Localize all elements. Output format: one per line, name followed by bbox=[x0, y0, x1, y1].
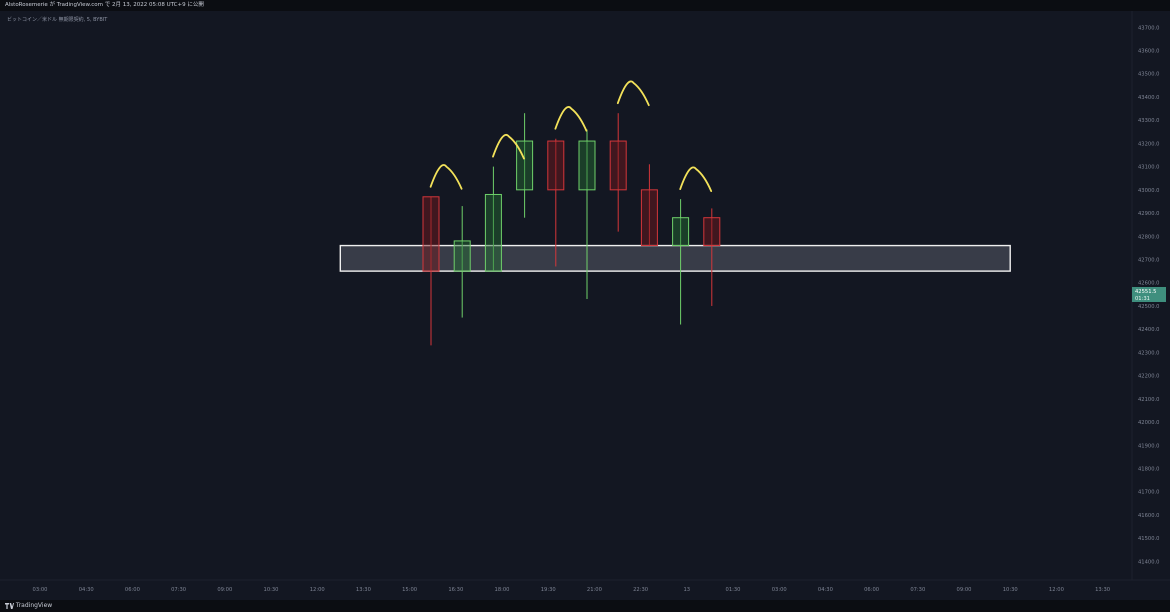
candle-countdown-label: 01:31 bbox=[1135, 296, 1150, 302]
time-tick-label: 03:00 bbox=[33, 587, 48, 593]
chart-panel[interactable]: ビットコイン／米ドル 無期限契約, 5, BYBIT 41400.0 41500.… bbox=[0, 11, 1170, 602]
price-tick-label: 42900.0 bbox=[1138, 211, 1159, 217]
time-tick-label: 18:00 bbox=[495, 587, 510, 593]
support-zone-rectangle[interactable] bbox=[339, 244, 1011, 272]
time-tick-label: 22:30 bbox=[633, 587, 648, 593]
candlestick-chart[interactable]: 41400.0 41500.0 41600.0 41700.0 41800.0 41900… bbox=[0, 11, 1170, 602]
candle-body[interactable] bbox=[422, 196, 440, 272]
price-tick-label: 41600.0 bbox=[1138, 513, 1159, 519]
brand-label: TradingView bbox=[15, 602, 53, 609]
tradingview-logo-icon bbox=[5, 602, 14, 609]
peak-arc-annotation bbox=[679, 166, 713, 193]
price-tick-label: 42800.0 bbox=[1138, 234, 1159, 240]
price-tick-label: 41800.0 bbox=[1138, 467, 1159, 473]
time-tick-label: 10:30 bbox=[1003, 587, 1018, 593]
peak-arc-annotation bbox=[554, 106, 588, 132]
time-tick-label: 15:00 bbox=[402, 587, 417, 593]
footer-bar: TradingView bbox=[0, 600, 1170, 612]
publish-header: AlstoRosemerie が TradingView.com で 2月 13… bbox=[0, 0, 1170, 11]
tradingview-logo[interactable]: TradingView bbox=[5, 600, 52, 612]
time-tick-label: 07:30 bbox=[171, 587, 186, 593]
price-tick-label: 43200.0 bbox=[1138, 141, 1159, 147]
peak-arc-annotation bbox=[616, 80, 650, 107]
price-tick-label: 43500.0 bbox=[1138, 72, 1159, 78]
price-tick-label: 41400.0 bbox=[1138, 559, 1159, 565]
time-tick-label: 10:30 bbox=[264, 587, 279, 593]
candle-body[interactable] bbox=[547, 140, 565, 191]
time-tick-label: 21:00 bbox=[587, 587, 602, 593]
price-tick-label: 41900.0 bbox=[1138, 443, 1159, 449]
price-tick-label: 43100.0 bbox=[1138, 165, 1159, 171]
price-tick-label: 42000.0 bbox=[1138, 420, 1159, 426]
peak-arc-annotation bbox=[429, 164, 463, 190]
time-tick-label: 13 bbox=[683, 587, 690, 593]
candle-body[interactable] bbox=[672, 217, 690, 247]
price-tick-label: 41700.0 bbox=[1138, 490, 1159, 496]
time-tick-label: 12:00 bbox=[1049, 587, 1064, 593]
time-tick-label: 06:00 bbox=[864, 587, 879, 593]
candle-body[interactable] bbox=[640, 189, 658, 247]
candle-body[interactable] bbox=[453, 240, 471, 272]
time-tick-label: 09:00 bbox=[957, 587, 972, 593]
price-tick-label: 43600.0 bbox=[1138, 48, 1159, 54]
time-tick-label: 06:00 bbox=[125, 587, 140, 593]
price-tick-label: 42600.0 bbox=[1138, 281, 1159, 287]
price-tick-label: 42300.0 bbox=[1138, 350, 1159, 356]
time-tick-label: 19:30 bbox=[541, 587, 556, 593]
time-tick-label: 09:00 bbox=[217, 587, 232, 593]
time-tick-label: 01:30 bbox=[726, 587, 741, 593]
time-tick-label: 13:30 bbox=[356, 587, 371, 593]
symbol-legend: ビットコイン／米ドル 無期限契約, 5, BYBIT bbox=[7, 17, 108, 23]
price-tick-label: 42200.0 bbox=[1138, 374, 1159, 380]
candle-body[interactable] bbox=[484, 193, 502, 272]
price-tick-label: 42700.0 bbox=[1138, 258, 1159, 264]
time-tick-label: 12:00 bbox=[310, 587, 325, 593]
price-tick-label: 43000.0 bbox=[1138, 188, 1159, 194]
price-tick-label: 41500.0 bbox=[1138, 536, 1159, 542]
price-tick-label: 43700.0 bbox=[1138, 25, 1159, 31]
price-tick-label: 42500.0 bbox=[1138, 304, 1159, 310]
time-tick-label: 07:30 bbox=[910, 587, 925, 593]
candle-body[interactable] bbox=[703, 217, 721, 247]
time-tick-label: 13:30 bbox=[1095, 587, 1110, 593]
price-tick-label: 42100.0 bbox=[1138, 397, 1159, 403]
time-tick-label: 16:30 bbox=[448, 587, 463, 593]
publish-text: AlstoRosemerie が TradingView.com で 2月 13… bbox=[5, 2, 204, 8]
price-tick-label: 43400.0 bbox=[1138, 95, 1159, 101]
time-tick-label: 04:30 bbox=[818, 587, 833, 593]
candle-body[interactable] bbox=[578, 140, 596, 191]
price-tick-label: 43300.0 bbox=[1138, 118, 1159, 124]
price-tick-label: 42400.0 bbox=[1138, 327, 1159, 333]
time-tick-label: 03:00 bbox=[772, 587, 787, 593]
current-price-label: 42551.5 bbox=[1135, 289, 1156, 295]
candle-body[interactable] bbox=[609, 140, 627, 191]
time-tick-label: 04:30 bbox=[79, 587, 94, 593]
